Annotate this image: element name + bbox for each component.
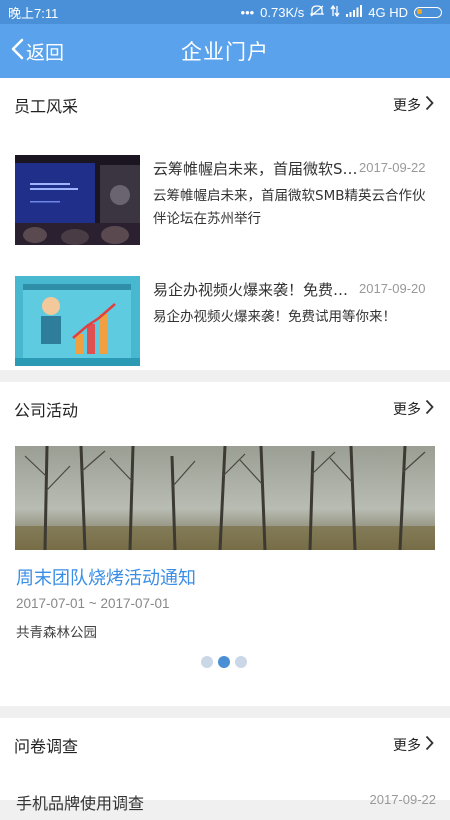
page-title: 企业门户	[181, 40, 269, 64]
activity-section-title: 公司活动	[14, 401, 79, 420]
activity-banner-image[interactable]	[15, 446, 435, 550]
more-label: 更多	[393, 402, 421, 418]
news-title: 易企办视频火爆来袭！免费试用等你来！	[153, 281, 358, 299]
activity-location: 共青森林公园	[16, 625, 97, 641]
more-label: 更多	[393, 98, 421, 114]
carousel-indicator	[201, 656, 247, 668]
carousel-dot[interactable]	[201, 656, 213, 668]
status-time: 晚上7:11	[8, 5, 59, 21]
news-thumbnail	[15, 155, 140, 245]
chevron-right-icon	[425, 735, 434, 755]
network-speed: 0.73K/s	[260, 4, 305, 20]
back-button[interactable]: 返回	[10, 24, 64, 78]
data-transfer-icon	[330, 4, 340, 20]
chevron-right-icon	[425, 95, 434, 115]
battery-icon	[414, 6, 442, 18]
signal-icon	[346, 4, 363, 20]
news-item[interactable]: 云筹帷幄启未来，首届微软SMB精英云合作伙伴论坛在苏州举行 2017-09-22…	[0, 155, 450, 245]
staff-more-button[interactable]: 更多	[393, 95, 434, 115]
activity-date-range: 2017-07-01 ~ 2017-07-01	[16, 596, 170, 611]
staff-section-title: 员工风采	[14, 97, 79, 116]
survey-section: 问卷调查 更多 手机品牌使用调查 2017-09-22	[0, 718, 450, 813]
news-item[interactable]: 易企办视频火爆来袭！免费试用等你来！ 2017-09-20 易企办视频火爆来袭！…	[0, 276, 450, 366]
survey-section-header: 问卷调查 更多	[0, 718, 450, 772]
news-date: 2017-09-22	[359, 160, 426, 175]
survey-more-button[interactable]: 更多	[393, 735, 434, 755]
staff-section: 员工风采 更多 云筹帷幄启未来，首届微软SMB精英云合	[0, 78, 450, 370]
status-bar: 晚上7:11 ••• 0.73K/s 4G HD	[0, 0, 450, 24]
network-type: 4G HD	[368, 4, 408, 20]
news-thumbnail	[15, 276, 140, 366]
news-title: 云筹帷幄启未来，首届微软SMB精英云合作伙伴论坛在苏州举行	[153, 160, 358, 178]
more-label: 更多	[393, 738, 421, 754]
news-date: 2017-09-20	[359, 281, 426, 296]
activity-more-button[interactable]: 更多	[393, 399, 434, 419]
chevron-left-icon	[10, 38, 24, 65]
status-indicators: ••• 0.73K/s 4G HD	[240, 4, 442, 20]
staff-section-header: 员工风采 更多	[0, 78, 450, 132]
news-description: 云筹帷幄启未来，首届微软SMB精英云合作伙伴论坛在苏州举行	[153, 188, 426, 227]
carousel-dot-active[interactable]	[218, 656, 230, 668]
more-dots-icon: •••	[240, 4, 255, 20]
activity-section-header: 公司活动 更多	[0, 382, 450, 436]
activity-section: 公司活动 更多 周末团队烧烤活动通知 2017-07-01 ~ 2017-07-…	[0, 382, 450, 706]
activity-title[interactable]: 周末团队烧烤活动通知	[16, 564, 196, 590]
carousel-dot[interactable]	[235, 656, 247, 668]
survey-title: 手机品牌使用调查	[16, 794, 145, 813]
survey-item[interactable]: 手机品牌使用调查 2017-09-22	[16, 790, 436, 820]
back-label: 返回	[26, 41, 65, 64]
news-description: 易企办视频火爆来袭！免费试用等你来！	[153, 309, 396, 325]
mute-icon	[309, 4, 325, 20]
survey-section-title: 问卷调查	[14, 737, 79, 756]
chevron-right-icon	[425, 399, 434, 419]
title-bar: 返回 企业门户	[0, 24, 450, 78]
